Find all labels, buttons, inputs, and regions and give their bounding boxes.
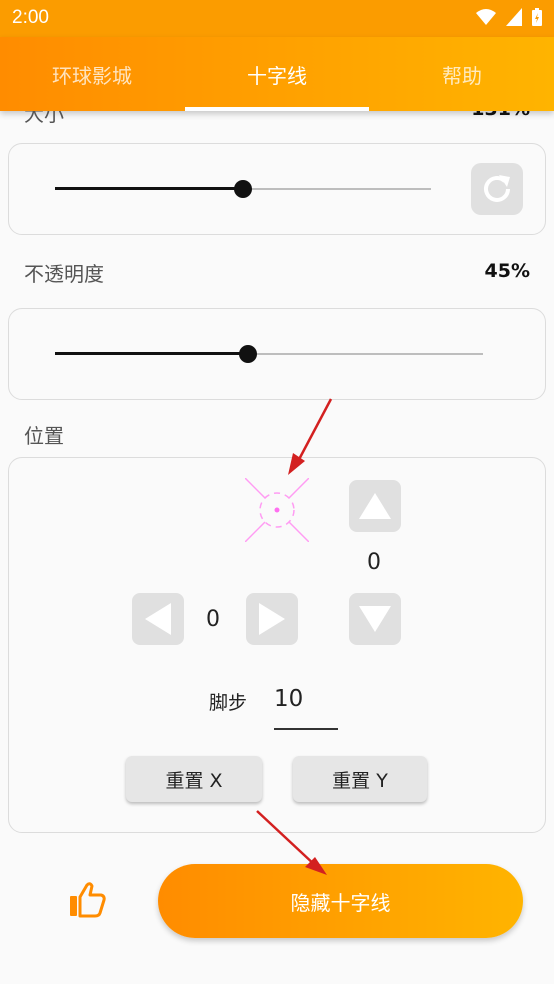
move-left-button[interactable] (132, 593, 184, 645)
wifi-icon (476, 9, 496, 25)
triangle-right-icon (259, 603, 285, 635)
position-card: 0 0 脚步 10 重置 X 重置 Y (8, 457, 546, 833)
status-icons (476, 8, 542, 26)
reset-size-button[interactable] (471, 163, 523, 215)
size-label: 大小 (24, 111, 64, 126)
tab-label: 环球影城 (52, 63, 132, 88)
size-value: 131% (471, 111, 530, 120)
cellular-signal-icon (506, 8, 522, 26)
step-label: 脚步 (209, 692, 248, 714)
move-up-button[interactable] (349, 480, 401, 532)
reset-y-label: 重置 Y (332, 769, 388, 792)
size-card (8, 143, 546, 235)
opacity-slider-thumb[interactable] (238, 345, 257, 363)
tab-crosshair[interactable]: 十字线 (185, 37, 369, 111)
reset-y-button[interactable]: 重置 Y (293, 756, 427, 802)
triangle-up-icon (359, 493, 391, 519)
hide-crosshair-label: 隐藏十字线 (290, 890, 391, 915)
step-input[interactable]: 10 (274, 682, 338, 730)
reset-x-button[interactable]: 重置 X (126, 756, 262, 802)
settings-content[interactable]: 大小 131% 不透明度 45% 位置 (0, 111, 554, 984)
move-right-button[interactable] (246, 593, 298, 645)
size-slider-fill (55, 187, 243, 190)
opacity-value: 45% (484, 260, 530, 282)
opacity-slider[interactable] (55, 345, 483, 363)
move-down-button[interactable] (349, 593, 401, 645)
triangle-down-icon (359, 606, 391, 632)
annotation-arrow-icon (256, 810, 327, 875)
position-label: 位置 (24, 424, 64, 448)
tab-label: 十字线 (247, 63, 307, 88)
position-y-value: 0 (367, 550, 381, 575)
crosshair-preview-icon (245, 478, 309, 542)
status-bar: 2:00 (0, 0, 554, 37)
tab-universal-studios[interactable]: 环球影城 (0, 37, 184, 111)
hide-crosshair-button[interactable]: 隐藏十字线 (158, 864, 523, 938)
tab-label: 帮助 (442, 63, 482, 88)
opacity-label: 不透明度 (24, 262, 104, 286)
reset-x-label: 重置 X (165, 769, 223, 792)
step-value: 10 (274, 686, 304, 712)
thumbs-up-icon[interactable] (68, 882, 106, 918)
size-slider-thumb[interactable] (234, 180, 252, 198)
tab-help[interactable]: 帮助 (370, 37, 554, 111)
opacity-card (8, 308, 546, 400)
refresh-icon (484, 175, 510, 202)
triangle-left-icon (145, 603, 171, 635)
status-time: 2:00 (12, 7, 49, 28)
opacity-slider-fill (55, 352, 248, 355)
position-x-value: 0 (206, 607, 220, 632)
battery-icon (532, 8, 542, 26)
tab-bar: 环球影城 十字线 帮助 (0, 37, 554, 111)
annotation-arrow-icon (288, 398, 333, 475)
size-slider[interactable] (55, 180, 431, 198)
